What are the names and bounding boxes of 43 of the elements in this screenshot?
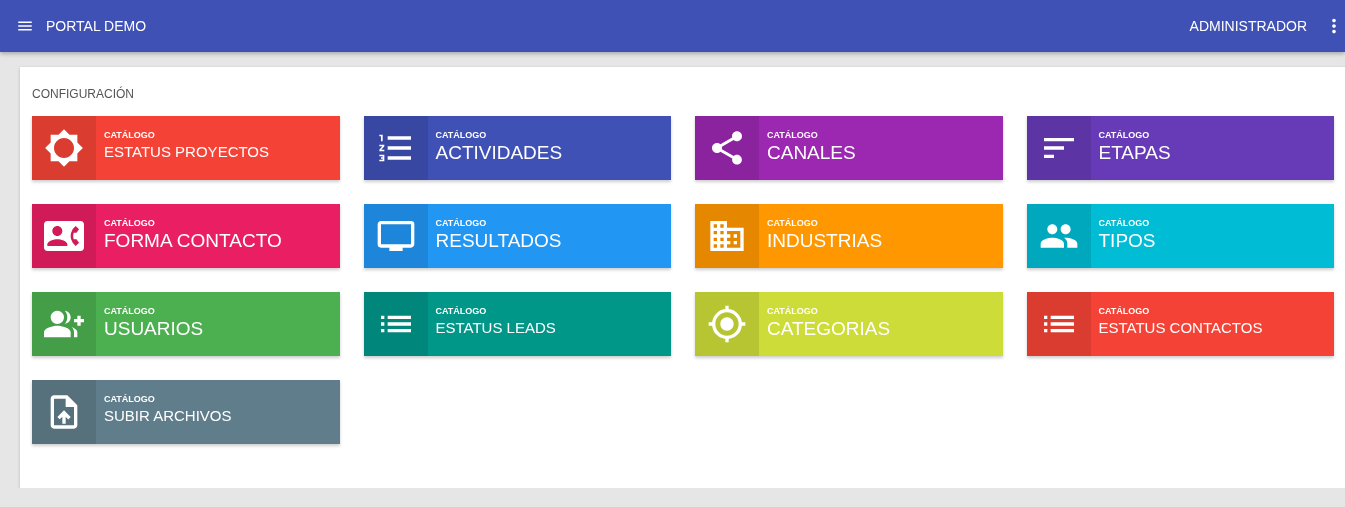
- tile-title: CATEGORIAS: [767, 318, 891, 340]
- app-title: PORTAL DEMO: [46, 18, 148, 34]
- tile-caption: CATÁLOGO: [435, 218, 488, 228]
- tile-title: ESTATUS LEADS: [435, 319, 556, 336]
- tile-caption: CATÁLOGO: [1098, 130, 1151, 140]
- catalog-tile[interactable]: CATÁLOGO USUARIOS: [32, 292, 340, 356]
- catalog-tile[interactable]: CATÁLOGO CANALES: [695, 116, 1003, 180]
- user-name[interactable]: ADMINISTRADOR: [1189, 18, 1307, 34]
- catalog-tile[interactable]: CATÁLOGO ACTIVIDADES: [363, 116, 671, 180]
- catalog-tile[interactable]: CATÁLOGO ESTATUS CONTACTOS: [1026, 292, 1334, 356]
- catalog-tile[interactable]: CATÁLOGO ETAPAS: [1026, 116, 1334, 180]
- tile-caption: CATÁLOGO: [767, 218, 819, 228]
- catalog-tile[interactable]: CATÁLOGO TIPOS: [1026, 204, 1334, 268]
- section-title: CONFIGURACIÓN: [32, 87, 135, 101]
- tile-title: ESTATUS CONTACTOS: [1098, 319, 1263, 336]
- tile-title: FORMA CONTACTO: [104, 230, 282, 252]
- catalog-tile[interactable]: CATÁLOGO SUBIR ARCHIVOS: [32, 380, 340, 444]
- tile-title: ETAPAS: [1098, 142, 1171, 164]
- tile-caption: CATÁLOGO: [435, 306, 488, 316]
- catalog-tile[interactable]: CATÁLOGO INDUSTRIAS: [695, 204, 1003, 268]
- tile-caption: CATÁLOGO: [104, 394, 156, 404]
- target-icon: [707, 304, 747, 344]
- tile-caption: CATÁLOGO: [104, 306, 156, 316]
- tile-caption: CATÁLOGO: [104, 130, 156, 140]
- sun-icon: [44, 128, 84, 168]
- catalog-tile[interactable]: CATÁLOGO ESTATUS PROYECTOS: [32, 116, 340, 180]
- tile-caption: CATÁLOGO: [767, 130, 819, 140]
- tile-title: USUARIOS: [104, 318, 204, 340]
- catalog-tile[interactable]: CATÁLOGO FORMA CONTACTO: [32, 204, 340, 268]
- tile-caption: CATÁLOGO: [104, 218, 156, 228]
- tile-title: CANALES: [767, 142, 856, 164]
- tile-title: TIPOS: [1098, 230, 1156, 252]
- tile-title: ACTIVIDADES: [435, 142, 563, 164]
- tile-caption: CATÁLOGO: [767, 306, 819, 316]
- tile-title: INDUSTRIAS: [767, 230, 883, 252]
- tile-caption: CATÁLOGO: [435, 130, 488, 140]
- catalog-tile[interactable]: CATÁLOGO ESTATUS LEADS: [363, 292, 671, 356]
- tile-title: SUBIR ARCHIVOS: [104, 407, 232, 424]
- catalog-tile[interactable]: CATÁLOGO RESULTADOS: [363, 204, 671, 268]
- tile-caption: CATÁLOGO: [1098, 218, 1151, 228]
- tile-caption: CATÁLOGO: [1098, 306, 1151, 316]
- tile-title: ESTATUS PROYECTOS: [104, 143, 270, 160]
- tile-title: RESULTADOS: [435, 230, 562, 252]
